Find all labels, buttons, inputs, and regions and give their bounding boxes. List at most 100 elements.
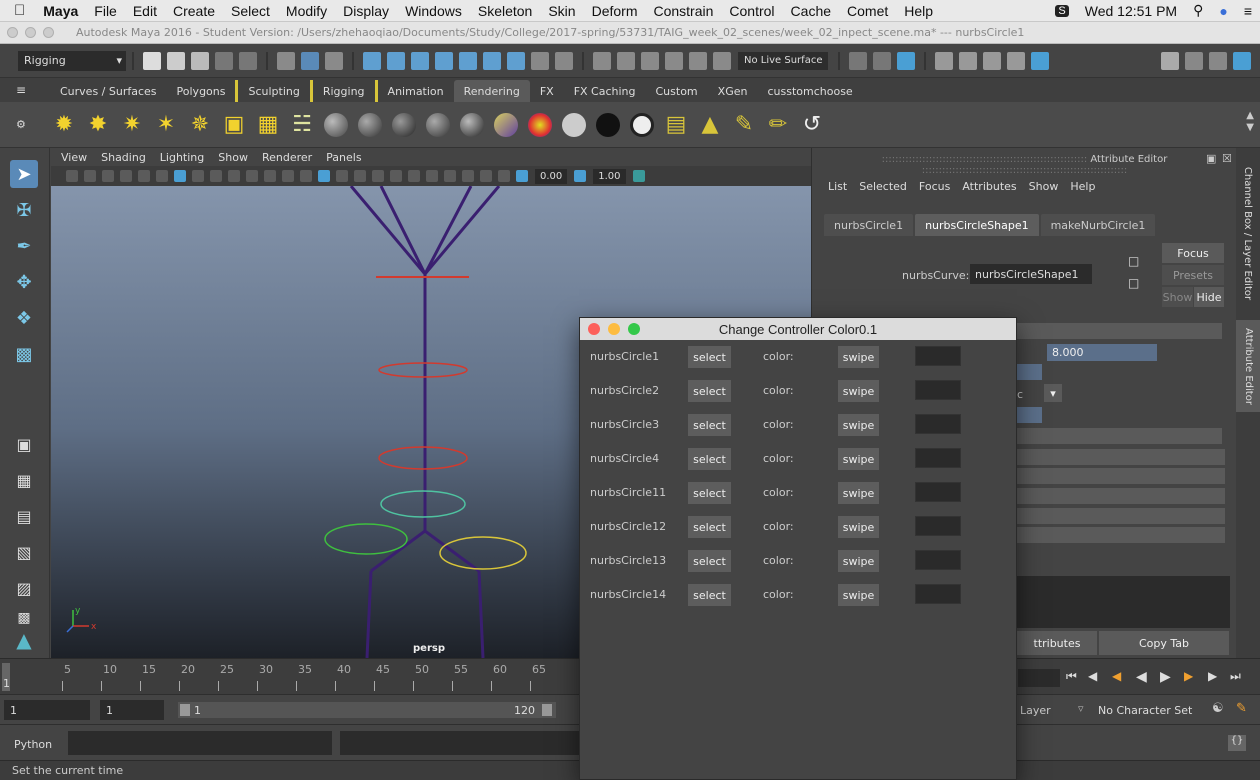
- tab-nurbscircleshape1[interactable]: nurbsCircleShape1: [915, 214, 1039, 236]
- ae-menu-attributes[interactable]: Attributes: [962, 180, 1016, 193]
- snap-point-icon[interactable]: [411, 51, 429, 70]
- color-swatch[interactable]: [915, 380, 961, 400]
- copy-tab-button[interactable]: Copy Tab: [1099, 631, 1229, 655]
- auto-key-icon[interactable]: ✎: [1236, 701, 1247, 716]
- select-button[interactable]: select: [688, 482, 731, 504]
- show-button[interactable]: Show: [1162, 287, 1193, 307]
- menu-modify[interactable]: Modify: [278, 3, 335, 19]
- viewport-menu-show[interactable]: Show: [218, 151, 248, 164]
- render-view-icon[interactable]: [935, 51, 954, 70]
- attributes-button[interactable]: ttributes: [1017, 631, 1097, 655]
- undo-icon[interactable]: [215, 51, 233, 70]
- attribute-editor-toggle-icon[interactable]: [1185, 51, 1203, 70]
- select-component-icon[interactable]: [325, 51, 343, 70]
- attribute-row-1[interactable]: [1017, 364, 1042, 380]
- volume-light-icon[interactable]: ✵: [186, 111, 214, 139]
- attribute-row-7[interactable]: [1017, 508, 1225, 524]
- select-button[interactable]: select: [688, 448, 731, 470]
- layout-outliner-icon[interactable]: ▧: [10, 538, 38, 566]
- anim-layer-dropdown-icon[interactable]: ▿: [1078, 702, 1084, 715]
- camera-select-icon[interactable]: [66, 170, 78, 182]
- point-light-icon[interactable]: ✹: [50, 111, 78, 139]
- command-language-toggle[interactable]: Python: [14, 738, 52, 751]
- window-close-button[interactable]: [7, 27, 18, 38]
- lights-icon[interactable]: [372, 170, 384, 182]
- wireframe-on-shaded-icon[interactable]: [336, 170, 348, 182]
- rotate-tool-icon[interactable]: ❖: [10, 304, 38, 332]
- snap-surface-icon[interactable]: [459, 51, 477, 70]
- menu-edit[interactable]: Edit: [125, 3, 165, 19]
- character-set-icon[interactable]: ☯: [1212, 701, 1224, 716]
- channel-box-tab[interactable]: Channel Box / Layer Editor: [1236, 148, 1260, 318]
- outlined-ball-icon[interactable]: [628, 111, 656, 139]
- layout-two-icon[interactable]: ▤: [10, 502, 38, 530]
- step-forward-key-icon[interactable]: ▶: [1208, 669, 1217, 683]
- camera-icon[interactable]: ▦: [254, 111, 282, 139]
- magnet-icon[interactable]: [689, 51, 707, 70]
- xray-icon[interactable]: [480, 170, 492, 182]
- grid-toggle-icon[interactable]: [174, 170, 186, 182]
- material-ball-5-icon[interactable]: [458, 111, 486, 139]
- live-surface-field[interactable]: No Live Surface: [738, 51, 829, 70]
- color-swatch[interactable]: [915, 346, 961, 366]
- paint-material-icon[interactable]: ✏: [764, 111, 792, 139]
- gamma-icon[interactable]: [574, 170, 587, 182]
- swipe-button[interactable]: swipe: [838, 346, 879, 368]
- select-hierarchy-icon[interactable]: [277, 51, 295, 70]
- menu-comet[interactable]: Comet: [839, 3, 896, 19]
- select-object-icon[interactable]: [301, 51, 319, 70]
- play-backward-icon[interactable]: ◀: [1136, 669, 1147, 685]
- range-end-handle[interactable]: [542, 704, 552, 716]
- menu-skeleton[interactable]: Skeleton: [470, 3, 540, 19]
- help-icon[interactable]: [507, 51, 525, 70]
- notification-center-icon[interactable]: ≡: [1236, 3, 1260, 19]
- film-gate-icon[interactable]: [192, 170, 204, 182]
- tab-cusstomchoose[interactable]: cusstomchoose: [757, 80, 862, 102]
- playback-start-field[interactable]: 1: [100, 700, 164, 720]
- hypershade-icon[interactable]: [1031, 51, 1050, 70]
- lock-icon[interactable]: [531, 51, 549, 70]
- surface-shader-icon[interactable]: [526, 111, 554, 139]
- window-zoom-button[interactable]: [43, 27, 54, 38]
- attribute-value-field[interactable]: 8.000: [1047, 344, 1157, 361]
- anti-alias-icon[interactable]: [444, 170, 456, 182]
- attribute-dropdown[interactable]: ▾: [1044, 384, 1062, 402]
- focus-button[interactable]: Focus: [1162, 243, 1224, 263]
- color-swatch[interactable]: [915, 448, 961, 468]
- history-icon[interactable]: [593, 51, 611, 70]
- menu-file[interactable]: File: [86, 3, 125, 19]
- xray-joints-icon[interactable]: [498, 170, 510, 182]
- isolate-select-icon[interactable]: [462, 170, 474, 182]
- save-scene-icon[interactable]: [191, 51, 209, 70]
- attribute-row-6[interactable]: [1017, 488, 1225, 504]
- snap-live-icon[interactable]: [483, 51, 501, 70]
- ipr-render-icon[interactable]: [983, 51, 1002, 70]
- image-plane-icon[interactable]: [120, 170, 132, 182]
- ae-menu-focus[interactable]: Focus: [919, 180, 950, 193]
- window-minimize-button[interactable]: [25, 27, 36, 38]
- camera-attr-icon[interactable]: [84, 170, 96, 182]
- menu-select[interactable]: Select: [223, 3, 278, 19]
- select-button[interactable]: select: [688, 584, 731, 606]
- go-to-start-icon[interactable]: ⏮: [1066, 669, 1077, 684]
- input-ops-icon[interactable]: [849, 51, 868, 70]
- modeling-toolkit-icon[interactable]: [1161, 51, 1179, 70]
- swipe-button[interactable]: swipe: [838, 584, 879, 606]
- ae-menu-list[interactable]: List: [828, 180, 847, 193]
- menu-create[interactable]: Create: [165, 3, 223, 19]
- hypershade-shelf-icon[interactable]: ▤: [662, 111, 690, 139]
- exposure-icon[interactable]: [516, 170, 528, 182]
- tab-custom[interactable]: Custom: [646, 80, 708, 102]
- viewport-menu-lighting[interactable]: Lighting: [160, 151, 204, 164]
- menu-deform[interactable]: Deform: [584, 3, 646, 19]
- tab-nurbscircle1[interactable]: nurbsCircle1: [824, 214, 914, 236]
- channel-box-toggle-icon[interactable]: [1233, 51, 1251, 70]
- make-live-icon[interactable]: [713, 51, 731, 70]
- shelf-scroll-icon[interactable]: ▲ ▼: [1246, 110, 1254, 134]
- textured-icon[interactable]: [354, 170, 366, 182]
- character-set-dropdown[interactable]: No Character Set: [1092, 700, 1208, 720]
- gamma-field[interactable]: 1.00: [593, 168, 626, 184]
- menu-control[interactable]: Control: [721, 3, 782, 19]
- snap-view-icon[interactable]: [435, 51, 453, 70]
- tab-makenurbcircle1[interactable]: makeNurbCircle1: [1040, 214, 1156, 236]
